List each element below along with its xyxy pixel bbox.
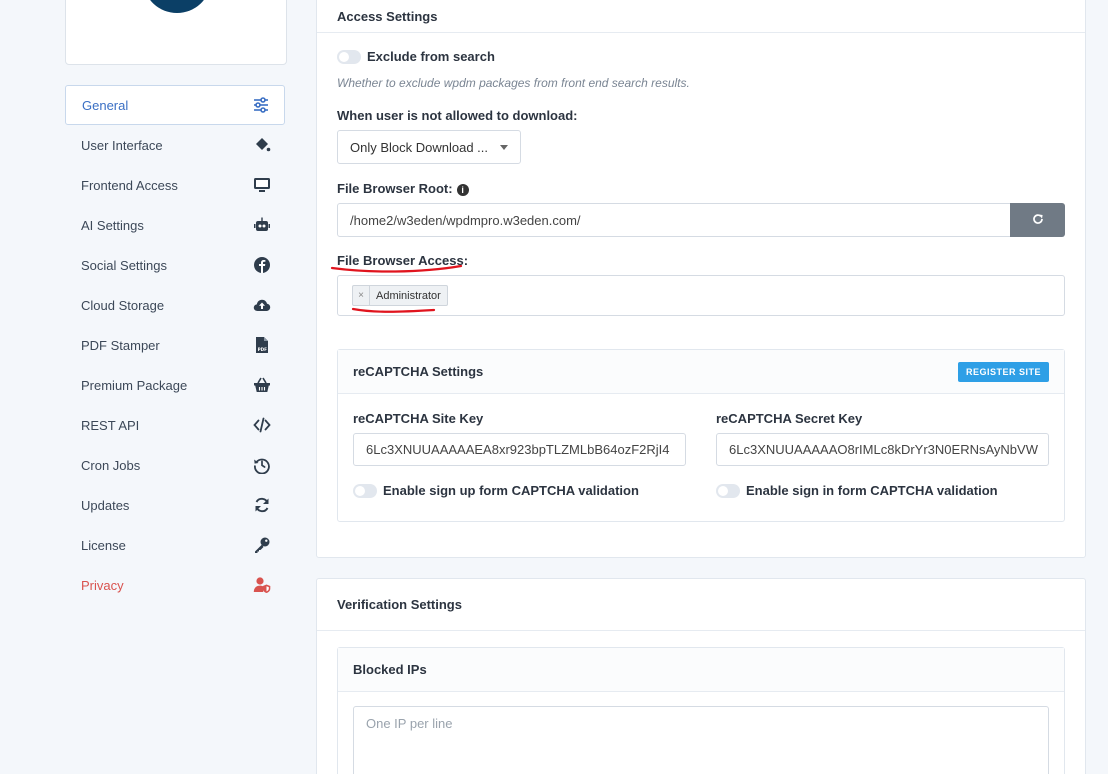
history-icon [253,456,271,474]
recaptcha-card: reCAPTCHA Settings REGISTER SITE reCAPTC… [337,349,1065,522]
browser-access-select[interactable]: × Administrator [337,275,1065,316]
sidebar-item-frontend-access[interactable]: Frontend Access [65,165,285,205]
not-allowed-label: When user is not allowed to download: [337,108,578,123]
sliders-icon [252,96,270,114]
exclude-search-hint: Whether to exclude wpdm packages from fr… [337,76,690,90]
monitor-icon [253,176,271,194]
sidebar-item-label: User Interface [81,137,163,153]
select-value: Only Block Download ... [350,139,489,155]
browser-root-input[interactable]: /home2/w3eden/wpdmpro.w3eden.com/ [337,203,1011,237]
sidebar-item-premium-package[interactable]: Premium Package [65,365,285,405]
signup-captcha-row: Enable sign up form CAPTCHA validation [353,483,639,498]
blocked-ips-textarea[interactable]: One IP per line [353,706,1049,774]
secret-key-label: reCAPTCHA Secret Key [716,411,863,426]
register-site-button[interactable]: REGISTER SITE [957,361,1049,382]
signin-captcha-label: Enable sign in form CAPTCHA validation [746,483,998,498]
paint-bucket-icon [253,136,271,154]
pdf-file-icon: PDF [253,336,271,354]
secret-key-input[interactable]: 6Lc3XNUUAAAAAO8rIMLc8kDrYr3N0ERNsAyNbVW [716,433,1049,466]
browser-root-value: /home2/w3eden/wpdmpro.w3eden.com/ [350,212,581,228]
signin-captcha-toggle[interactable] [716,483,740,498]
signup-captcha-toggle[interactable] [353,483,377,498]
basket-icon [253,376,271,394]
user-shield-icon [253,576,271,594]
sidebar-item-user-interface[interactable]: User Interface [65,125,285,165]
recaptcha-header: reCAPTCHA Settings REGISTER SITE [338,350,1064,394]
code-icon [253,416,271,434]
svg-text:PDF: PDF [258,347,268,352]
settings-nav: General User Interface Frontend Access A… [65,85,285,605]
recaptcha-title: reCAPTCHA Settings [353,364,484,379]
sidebar-item-label: Frontend Access [81,177,178,193]
refresh-button[interactable] [1010,203,1065,237]
secret-key-value: 6Lc3XNUUAAAAAO8rIMLc8kDrYr3N0ERNsAyNbVW [729,442,1038,457]
info-icon[interactable]: i [456,183,469,196]
robot-icon [253,216,271,234]
site-key-value: 6Lc3XNUUAAAAAEA8xr923bpTLZMLbB64ozF2RjI4 [366,442,670,457]
blocked-ips-header: Blocked IPs [338,648,1064,692]
caret-down-icon [500,144,508,150]
logo-card [65,0,287,65]
sidebar-item-ai-settings[interactable]: AI Settings [65,205,285,245]
signup-captcha-label: Enable sign up form CAPTCHA validation [383,483,639,498]
browser-root-label-row: File Browser Root: i [337,181,469,196]
sidebar-item-label: Privacy [81,577,124,593]
access-settings-card: Access Settings Exclude from search Whet… [316,0,1086,558]
sidebar-item-label: Cron Jobs [81,457,141,473]
sidebar-item-label: Social Settings [81,257,167,273]
card-title: Verification Settings [317,579,1085,631]
annotation-underline [351,307,436,313]
sidebar-item-label: Updates [81,497,130,513]
site-key-label: reCAPTCHA Site Key [353,411,484,426]
sidebar-item-label: Premium Package [81,377,188,393]
facebook-icon [253,256,271,274]
verification-settings-card: Verification Settings Blocked IPs One IP… [316,578,1086,774]
signin-captcha-row: Enable sign in form CAPTCHA validation [716,483,998,498]
exclude-search-row: Exclude from search [337,49,495,64]
sidebar-item-rest-api[interactable]: REST API [65,405,285,445]
blocked-ips-placeholder: One IP per line [366,716,453,731]
role-tag-label: Administrator [376,289,441,302]
sidebar-item-label: PDF Stamper [81,337,160,353]
sync-icon [253,496,271,514]
sidebar-item-updates[interactable]: Updates [65,485,285,525]
key-icon [253,536,271,554]
sidebar-item-label: License [81,537,126,553]
sidebar-item-label: Cloud Storage [81,297,165,313]
not-allowed-select[interactable]: Only Block Download ... [337,130,521,164]
sidebar-item-privacy[interactable]: Privacy [65,565,285,605]
blocked-ips-card: Blocked IPs One IP per line [337,647,1065,774]
exclude-search-label: Exclude from search [367,49,495,64]
card-title: Access Settings [317,0,1085,33]
browser-root-label: File Browser Root: [337,181,453,196]
site-key-input[interactable]: 6Lc3XNUUAAAAAEA8xr923bpTLZMLbB64ozF2RjI4 [353,433,686,466]
logo-avatar [144,0,210,13]
sidebar-item-label: General [82,97,129,113]
blocked-ips-title: Blocked IPs [353,662,427,677]
cloud-upload-icon [253,296,271,314]
sidebar-item-cron-jobs[interactable]: Cron Jobs [65,445,285,485]
sidebar-item-license[interactable]: License [65,525,285,565]
sidebar-item-pdf-stamper[interactable]: PDF Stamper PDF [65,325,285,365]
exclude-search-toggle[interactable] [337,49,361,64]
sidebar-item-social-settings[interactable]: Social Settings [65,245,285,285]
sidebar-item-label: REST API [81,417,140,433]
annotation-underline [330,264,463,273]
sidebar-item-label: AI Settings [81,217,144,233]
sidebar-item-general[interactable]: General [65,85,285,125]
sidebar-item-cloud-storage[interactable]: Cloud Storage [65,285,285,325]
refresh-icon [1032,214,1043,224]
